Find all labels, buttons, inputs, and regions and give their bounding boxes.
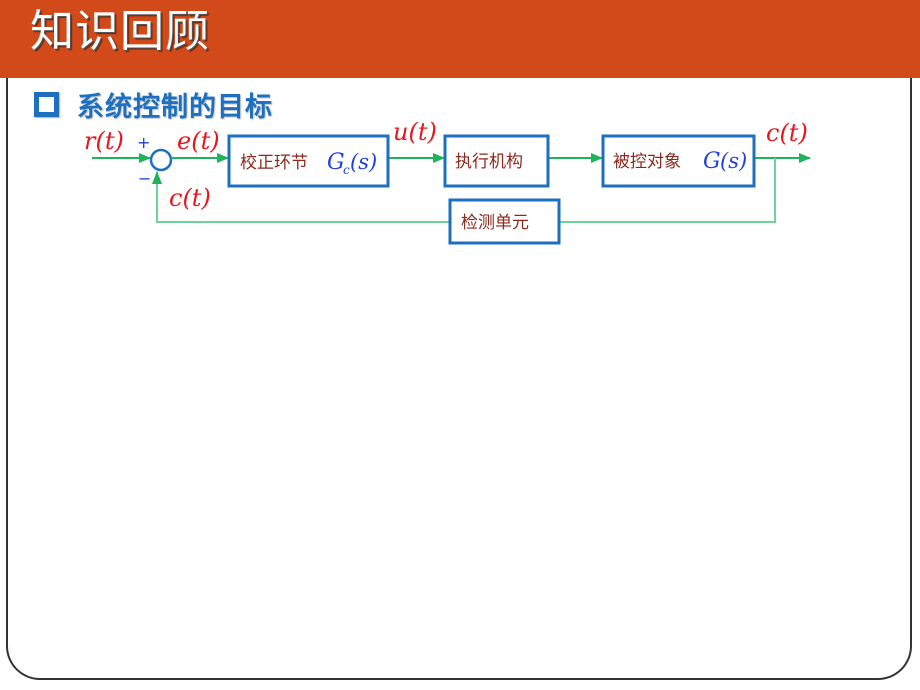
block-plant-tf-arg: (s) bbox=[720, 149, 747, 173]
block-compensator-tf-arg: (s) bbox=[350, 150, 377, 174]
signal-control-label: u(t) bbox=[393, 118, 437, 146]
block-compensator-tf-sub: c bbox=[343, 163, 350, 177]
feedback-arrowhead bbox=[152, 171, 162, 184]
control-block-diagram: 校正环节 G c (s) 执行机构 被控对象 G (s) 检测单元 r(t) +… bbox=[84, 118, 811, 245]
signal-error-label: e(t) bbox=[177, 127, 220, 155]
signal-feedback-label: c(t) bbox=[169, 184, 211, 212]
plus-sign: + bbox=[137, 133, 150, 152]
block-actuator-label: 执行机构 bbox=[455, 152, 523, 172]
minus-sign: − bbox=[138, 169, 151, 188]
summing-junction bbox=[149, 148, 173, 172]
block-compensator-tf-main: G bbox=[327, 150, 345, 175]
signal-output-label: c(t) bbox=[766, 119, 808, 147]
block-sensor-label: 检测单元 bbox=[461, 213, 529, 233]
block-plant-tf-main: G bbox=[703, 149, 721, 174]
block-compensator-label: 校正环节 bbox=[240, 153, 308, 173]
signal-input-label: r(t) bbox=[84, 127, 124, 155]
block-plant-label: 被控对象 bbox=[613, 152, 681, 172]
